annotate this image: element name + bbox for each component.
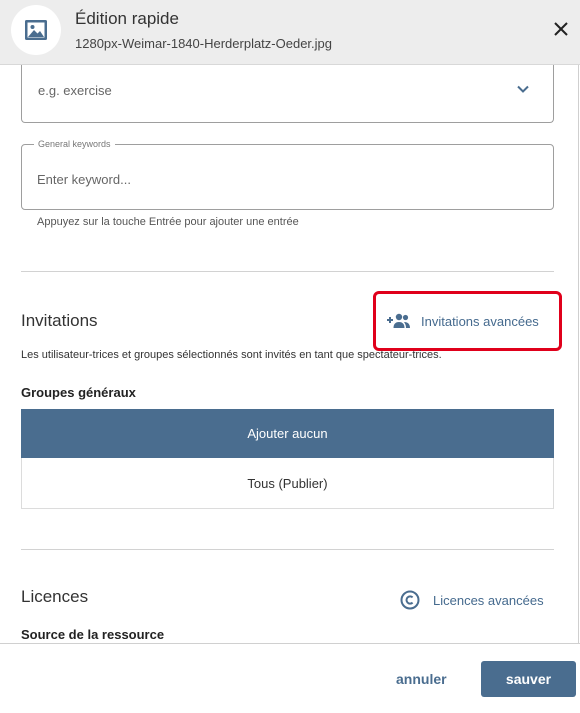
copyright-icon bbox=[400, 590, 420, 610]
invitations-description: Les utilisateur-trices et groupes sélect… bbox=[21, 349, 442, 361]
licenses-title: Licences bbox=[21, 587, 89, 606]
group-add-icon bbox=[387, 313, 410, 328]
resource-type-select[interactable]: e.g. exercise bbox=[21, 65, 554, 123]
keywords-field[interactable]: General keywords bbox=[21, 139, 554, 210]
resource-source-title: Source de la ressource bbox=[21, 627, 165, 642]
dialog-title: Édition rapide bbox=[75, 9, 179, 28]
chevron-down-icon bbox=[517, 85, 529, 93]
advanced-invitations-link[interactable]: Invitations avancées bbox=[373, 291, 562, 351]
select-value: e.g. exercise bbox=[38, 83, 112, 98]
divider bbox=[21, 549, 554, 550]
advanced-invitations-label: Invitations avancées bbox=[421, 313, 539, 329]
dialog-header: Édition rapide 1280px-Weimar-1840-Herder… bbox=[0, 0, 580, 65]
advanced-licenses-link[interactable]: Licences avancées bbox=[400, 590, 544, 610]
group-option-public[interactable]: Tous (Publier) bbox=[21, 458, 554, 509]
advanced-licenses-label: Licences avancées bbox=[433, 592, 544, 608]
save-button[interactable]: sauver bbox=[481, 661, 576, 697]
file-name: 1280px-Weimar-1840-Herderplatz-Oeder.jpg bbox=[75, 36, 332, 51]
scrollbar-edge bbox=[578, 65, 579, 643]
image-icon bbox=[11, 5, 61, 55]
invitations-title: Invitations bbox=[21, 311, 98, 330]
dialog-body[interactable]: e.g. exercise General keywords Appuyez s… bbox=[0, 65, 580, 643]
divider bbox=[21, 271, 554, 272]
dialog-footer: annuler sauver bbox=[0, 643, 580, 713]
keyword-input[interactable] bbox=[37, 169, 517, 189]
general-groups-title: Groupes généraux bbox=[21, 385, 136, 400]
group-option-none[interactable]: Ajouter aucun bbox=[21, 409, 554, 458]
keywords-hint: Appuyez sur la touche Entrée pour ajoute… bbox=[37, 216, 299, 228]
close-icon bbox=[554, 22, 568, 36]
close-button[interactable] bbox=[549, 17, 573, 41]
cancel-button[interactable]: annuler bbox=[396, 671, 447, 687]
keywords-legend: General keywords bbox=[34, 139, 115, 149]
